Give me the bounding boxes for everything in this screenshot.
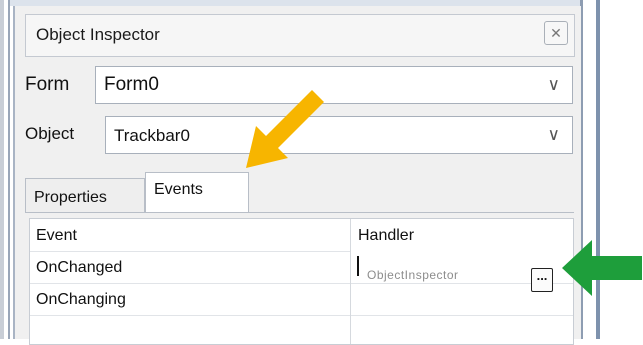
event-name: OnChanged <box>36 259 123 276</box>
title-bar: Object Inspector ✕ <box>25 14 575 57</box>
form-label: Form <box>25 74 70 95</box>
text-caret <box>357 256 359 276</box>
table-row[interactable]: OnChanging <box>30 283 573 316</box>
tab-properties[interactable]: Properties <box>25 178 145 212</box>
tab-strip-border <box>25 212 574 213</box>
event-name: OnChanging <box>36 291 126 308</box>
column-divider <box>350 219 351 344</box>
form-select-value: Form0 <box>104 74 159 95</box>
object-label: Object <box>25 124 75 143</box>
tab-events-label: Events <box>154 181 203 198</box>
table-row[interactable]: OnChanged ObjectInspector <box>30 251 573 284</box>
object-select[interactable]: Trackbar0 ∨ <box>105 116 573 154</box>
header-event: Event <box>36 227 77 244</box>
handler-ghost-text: ObjectInspector <box>367 268 459 282</box>
chevron-down-icon: ∨ <box>547 125 560 144</box>
events-grid: Event Handler OnChanged ObjectInspector … <box>29 218 574 345</box>
object-select-value: Trackbar0 <box>114 126 190 145</box>
header-handler: Handler <box>358 227 415 244</box>
window-title: Object Inspector <box>36 25 160 44</box>
orange-arrow-icon <box>246 90 324 168</box>
ellipsis-button[interactable]: ... <box>531 268 553 292</box>
tab-properties-label: Properties <box>34 189 107 206</box>
chevron-down-icon: ∨ <box>547 75 560 94</box>
form-select[interactable]: Form0 ∨ <box>95 66 573 104</box>
close-icon[interactable]: ✕ <box>544 21 568 45</box>
window-frame-left-inner <box>8 0 10 339</box>
grid-header-row: Event Handler <box>30 219 573 252</box>
green-arrow-icon <box>562 240 642 296</box>
window-frame-left <box>0 0 4 339</box>
tab-events[interactable]: Events <box>145 172 249 212</box>
